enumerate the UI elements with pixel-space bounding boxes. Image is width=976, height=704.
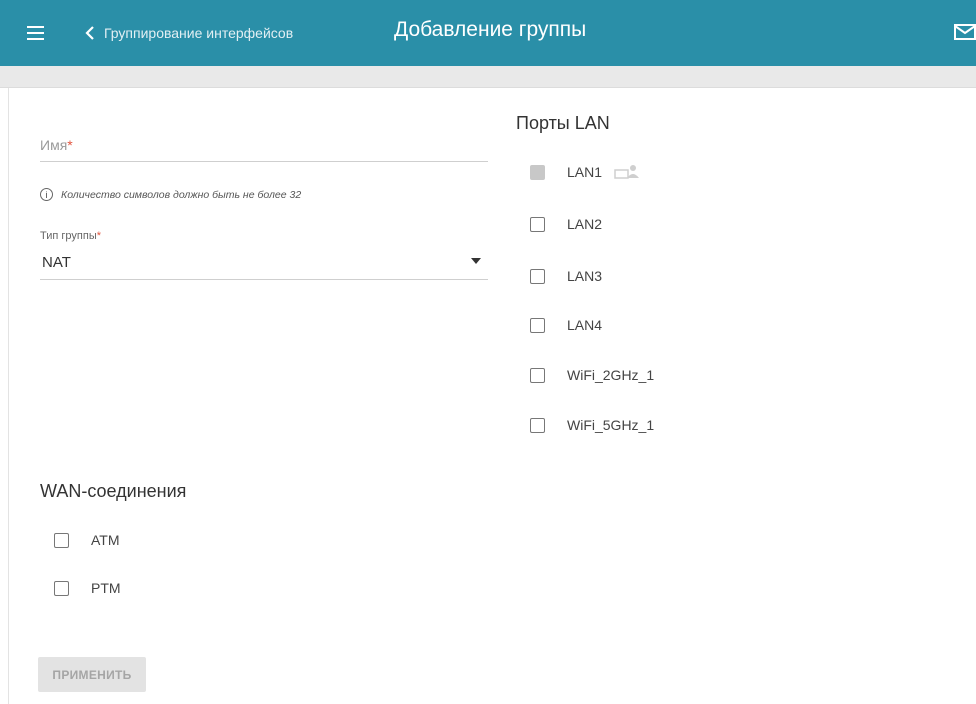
wan-connection-label: PTM (91, 580, 121, 596)
name-hint: i Количество символов должно быть не бол… (40, 188, 301, 201)
content-panel (8, 88, 976, 704)
lan-port-label: WiFi_5GHz_1 (567, 417, 655, 433)
user-icon (614, 165, 640, 179)
checkbox-lan1 (530, 164, 545, 180)
lan-port-wifi-2ghz[interactable]: WiFi_2GHz_1 (530, 367, 654, 383)
wan-connections-title: WAN-соединения (40, 481, 187, 501)
checkbox-lan3[interactable] (530, 268, 545, 284)
checkbox-lan2[interactable] (530, 216, 545, 232)
hamburger-menu-icon[interactable] (27, 26, 44, 40)
lan-port-label: WiFi_2GHz_1 (567, 367, 655, 383)
info-icon: i (40, 188, 53, 201)
sub-header-strip (0, 66, 976, 88)
checkbox-wifi-2ghz[interactable] (530, 367, 545, 383)
checkbox-wifi-5ghz[interactable] (530, 417, 545, 433)
lan-port-label: LAN4 (567, 317, 603, 333)
lan-port-label: LAN1 (567, 164, 603, 180)
checkbox-atm[interactable] (54, 532, 69, 548)
lan-port-wifi-5ghz[interactable]: WiFi_5GHz_1 (530, 417, 654, 433)
wan-connection-atm[interactable]: ATM (54, 532, 120, 548)
lan-port-lan2[interactable]: LAN2 (530, 216, 602, 232)
wan-connection-label: ATM (91, 532, 120, 548)
chevron-left-icon (85, 26, 94, 40)
checkbox-lan4[interactable] (530, 317, 545, 333)
lan-port-label: LAN3 (567, 268, 603, 284)
group-type-label: Тип группы* (40, 230, 101, 242)
hint-text: Количество символов должно быть не более… (61, 188, 302, 201)
apply-button[interactable]: ПРИМЕНИТЬ (38, 657, 146, 692)
lan-port-lan1: LAN1 (530, 164, 640, 180)
checkbox-ptm[interactable] (54, 580, 69, 596)
lan-port-lan4[interactable]: LAN4 (530, 317, 602, 333)
group-type-select-value[interactable]: NAT (42, 254, 71, 271)
group-type-select[interactable] (40, 279, 488, 280)
caret-down-icon[interactable] (471, 258, 481, 264)
name-input[interactable] (40, 161, 488, 162)
back-link-label: Группирование интерфейсов (104, 25, 294, 41)
page-title: Добавление группы (394, 18, 587, 41)
lan-port-lan3[interactable]: LAN3 (530, 268, 602, 284)
back-link[interactable]: Группирование интерфейсов (82, 21, 293, 45)
lan-port-label: LAN2 (567, 216, 603, 232)
wan-connection-ptm[interactable]: PTM (54, 580, 121, 596)
name-field-label: Имя* (40, 137, 73, 153)
mail-icon[interactable] (954, 23, 976, 41)
lan-ports-title: Порты LAN (516, 113, 610, 133)
top-bar: Группирование интерфейсов Добавление гру… (0, 0, 976, 66)
